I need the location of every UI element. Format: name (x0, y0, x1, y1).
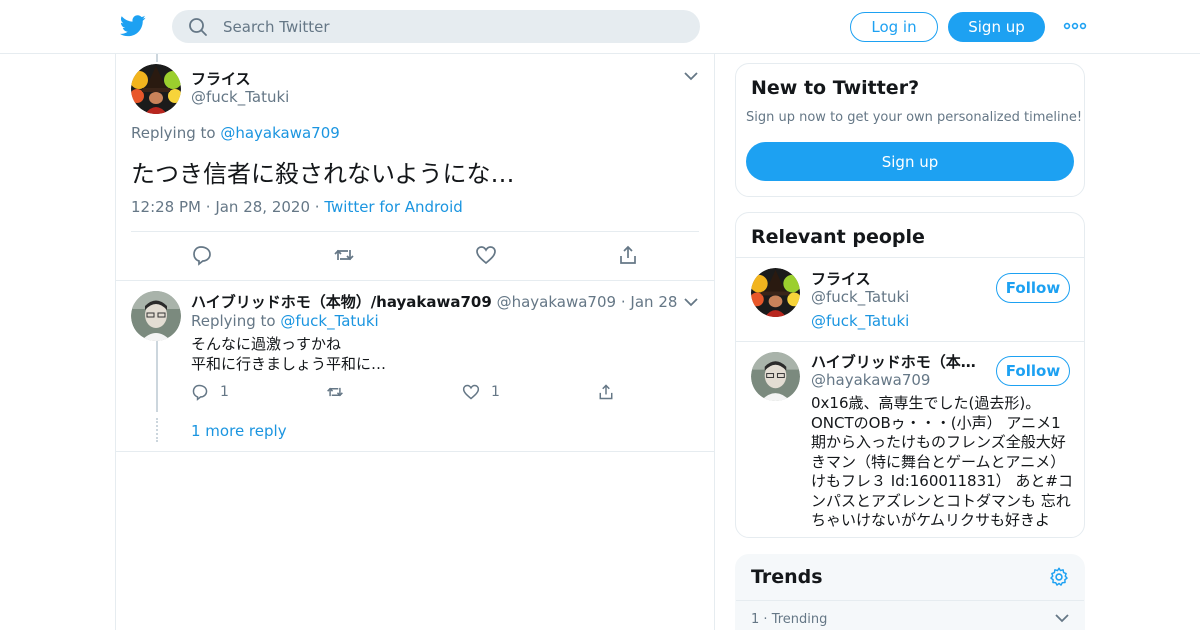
chevron-down-icon[interactable] (1054, 613, 1070, 623)
chevron-down-icon[interactable] (683, 71, 699, 81)
gear-icon[interactable] (1048, 566, 1070, 588)
follow-button[interactable]: Follow (996, 356, 1070, 386)
signup-button[interactable]: Sign up (948, 12, 1045, 42)
person-name[interactable]: フライス (811, 268, 871, 289)
card-title: Relevant people (751, 226, 925, 248)
separator-dot: · (763, 612, 772, 627)
replying-prefix: Replying to (131, 124, 221, 142)
card-title: Trends (751, 566, 823, 588)
reply-header: ハイブリッドホモ（本物）/hayakawa709 @hayakawa709 · … (191, 291, 677, 312)
replying-to: Replying to @fuck_Tatuki (191, 312, 379, 330)
author-name[interactable]: フライス (191, 68, 251, 89)
more-options-icon[interactable] (1063, 16, 1087, 36)
separator-dot: · (205, 198, 216, 216)
tweet-text: たつき信者に殺されないようにな… (131, 160, 515, 188)
share-icon[interactable] (617, 244, 639, 266)
focused-tweet[interactable]: フライス @fuck_Tatuki Replying to @hayakawa7… (116, 54, 714, 281)
witch-avatar-icon (751, 268, 800, 317)
tweet-text-line: そんなに過激っすかね (191, 335, 342, 353)
author-handle[interactable]: @fuck_Tatuki (191, 88, 289, 106)
like-count: 1 (491, 384, 500, 400)
thread-connector (156, 341, 158, 412)
tweet-metadata: 12:28 PM · Jan 28, 2020 · Twitter for An… (131, 198, 463, 216)
tweet-date[interactable]: Jan 28 (630, 293, 677, 311)
replying-prefix: Replying to (191, 312, 281, 330)
person-handle[interactable]: @fuck_Tatuki (811, 288, 909, 306)
replying-to-link[interactable]: @fuck_Tatuki (280, 312, 378, 330)
divider (736, 257, 1084, 258)
avatar[interactable] (131, 64, 181, 114)
avatar[interactable] (131, 291, 181, 341)
retweet-icon[interactable] (333, 244, 355, 266)
share-icon[interactable] (597, 383, 615, 401)
person-handle[interactable]: @hayakawa709 (811, 371, 930, 389)
divider (736, 600, 1084, 601)
divider (736, 341, 1084, 342)
trends-card: Trends 1 · Trending (735, 554, 1085, 630)
tweet-time[interactable]: 12:28 PM (131, 198, 201, 216)
separator-dot: · (314, 198, 325, 216)
twitter-bird-icon[interactable] (120, 14, 146, 38)
replying-to: Replying to @hayakawa709 (131, 124, 340, 142)
tweet-source[interactable]: Twitter for Android (324, 198, 462, 216)
reply-icon[interactable] (191, 383, 209, 401)
main-timeline: フライス @fuck_Tatuki Replying to @hayakawa7… (115, 54, 715, 630)
retweet-icon[interactable] (326, 383, 344, 401)
person-avatar-icon (751, 352, 800, 401)
heart-icon[interactable] (475, 244, 497, 266)
author-handle[interactable]: @hayakawa709 (497, 293, 616, 311)
trend-rank: 1 (751, 612, 760, 627)
top-bar: Log in Sign up (0, 0, 1200, 54)
person-bio-link[interactable]: @fuck_Tatuki (811, 312, 909, 330)
person-bio: 0x16歳、高専生でした(過去形)。ONCTのOBゥ・・・(小声） アニメ1期か… (811, 394, 1073, 529)
trend-label: Trending (771, 612, 828, 627)
new-to-twitter-card: New to Twitter? Sign up now to get your … (735, 63, 1085, 197)
avatar[interactable] (751, 268, 800, 317)
follow-button[interactable]: Follow (996, 273, 1070, 303)
search-icon (189, 17, 207, 36)
trend-meta: 1 · Trending (751, 612, 827, 627)
search-input[interactable] (223, 17, 663, 36)
login-button[interactable]: Log in (850, 12, 938, 42)
reply-tweet[interactable]: ハイブリッドホモ（本物）/hayakawa709 @hayakawa709 · … (116, 281, 714, 452)
card-subtitle: Sign up now to get your own personalized… (746, 110, 1083, 125)
relevant-people-card: Relevant people フライス @fuck_Tatuki @fuck_… (735, 212, 1085, 538)
tweet-text-line: 平和に行きましょう平和に… (191, 355, 387, 373)
reply-icon[interactable] (191, 244, 213, 266)
replying-to-link[interactable]: @hayakawa709 (220, 124, 339, 142)
person-avatar-icon (131, 291, 181, 341)
tweet-date[interactable]: Jan 28, 2020 (215, 198, 310, 216)
card-title: New to Twitter? (751, 77, 920, 99)
author-name[interactable]: ハイブリッドホモ（本物）/hayakawa709 (191, 293, 492, 311)
avatar[interactable] (751, 352, 800, 401)
more-replies-connector (156, 418, 158, 442)
witch-avatar-icon (131, 64, 181, 114)
heart-icon[interactable] (462, 383, 480, 401)
reply-count: 1 (220, 384, 229, 400)
divider (131, 231, 699, 232)
person-name[interactable]: ハイブリッドホモ（本… (811, 351, 976, 372)
search-box[interactable] (172, 10, 700, 43)
tweet-text: そんなに過激っすかね 平和に行きましょう平和に… (191, 334, 386, 374)
separator-dot: · (620, 293, 626, 311)
chevron-down-icon[interactable] (683, 297, 699, 307)
more-replies-link[interactable]: 1 more reply (191, 422, 287, 440)
sidebar-signup-button[interactable]: Sign up (746, 142, 1074, 181)
